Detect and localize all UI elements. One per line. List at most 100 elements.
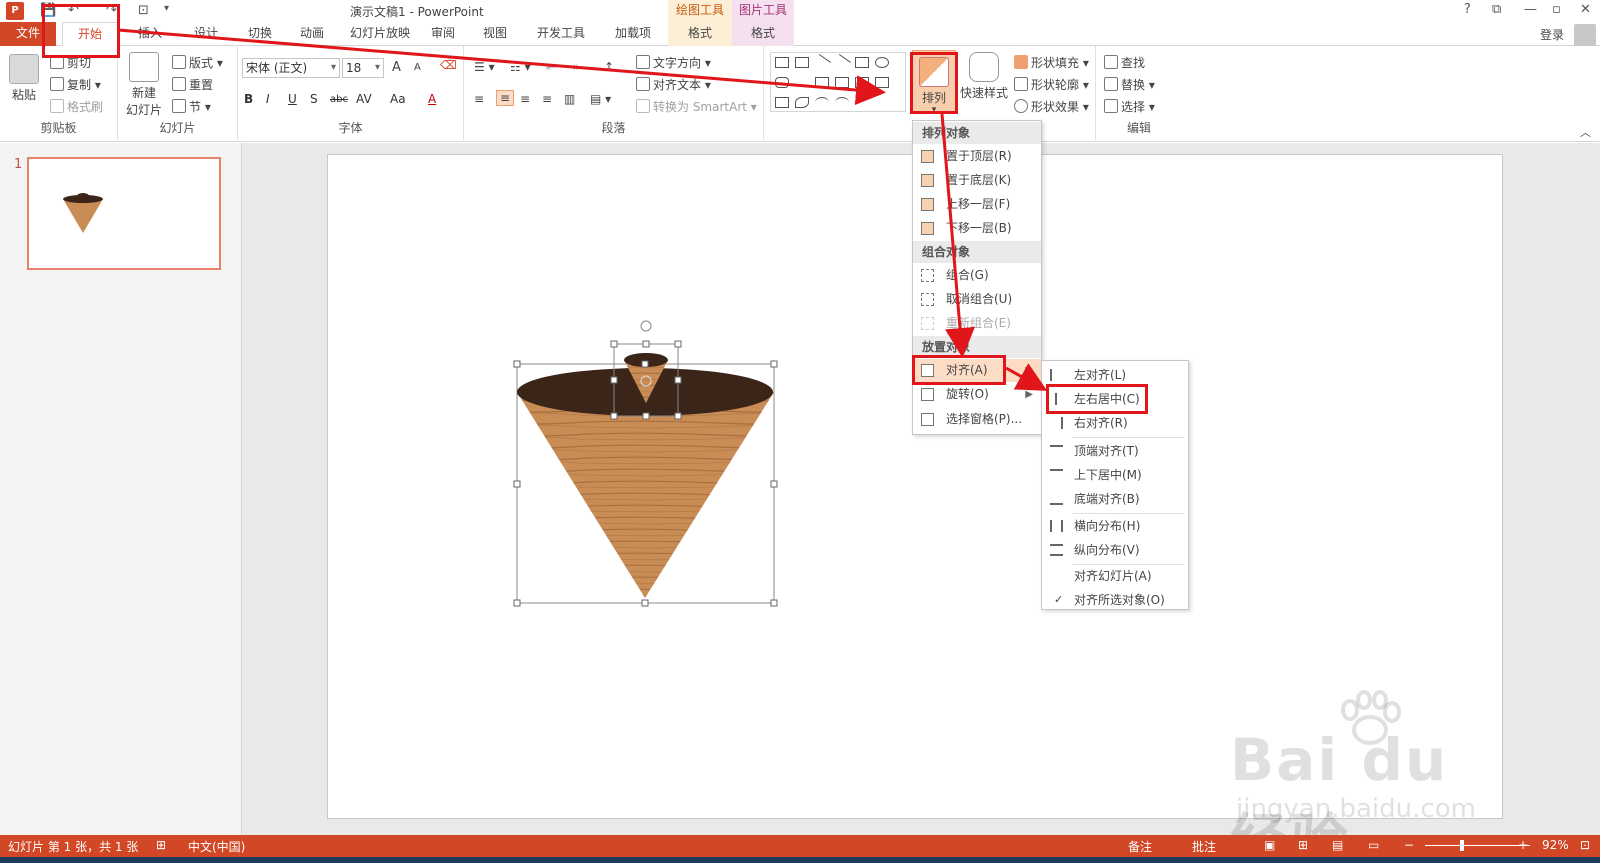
quick-styles-button[interactable]: 快速样式 <box>958 52 1010 101</box>
select-button[interactable]: 选择 ▾ <box>1104 98 1155 115</box>
slideshow-view-icon[interactable]: ▭ <box>1368 838 1379 852</box>
avatar[interactable] <box>1574 24 1596 46</box>
zoom-slider-thumb[interactable] <box>1460 840 1464 851</box>
shrink-font-button[interactable]: A <box>414 62 421 73</box>
notes-button[interactable]: 备注 <box>1128 838 1152 855</box>
justify-icon[interactable]: ≡ <box>542 92 552 106</box>
align-right-icon[interactable]: ≡ <box>520 92 530 106</box>
align-left-icon[interactable]: ≡ <box>474 92 484 106</box>
shape-effects-button[interactable]: 形状效果 ▾ <box>1014 98 1089 115</box>
tab-insert[interactable]: 插入 <box>122 22 178 46</box>
layout-button[interactable]: 版式 ▾ <box>172 54 223 71</box>
zoom-level[interactable]: 92% <box>1542 838 1569 852</box>
italic-button[interactable]: I <box>266 92 270 106</box>
align-center-icon[interactable]: ≡ <box>496 90 515 106</box>
underline-button[interactable]: U <box>288 92 297 106</box>
menu-bring-to-front[interactable]: 置于顶层(R) <box>913 145 1041 168</box>
start-slideshow-icon[interactable]: ⊡ <box>138 3 149 19</box>
arrow-shape-icon[interactable] <box>833 53 851 72</box>
close-button[interactable]: ✕ <box>1580 2 1591 17</box>
spellcheck-icon[interactable]: ⊞ <box>156 838 166 852</box>
language-status[interactable]: 中文(中国) <box>188 838 245 855</box>
tab-developer[interactable]: 开发工具 <box>528 22 594 46</box>
tab-view[interactable]: 视图 <box>474 22 516 46</box>
slide-sorter-icon[interactable]: ⊞ <box>1298 838 1308 852</box>
bold-button[interactable]: B <box>244 92 253 106</box>
menu-rotate[interactable]: 旋转(O) ▶ <box>913 383 1041 406</box>
brace-right-shape-icon[interactable] <box>875 97 889 108</box>
increase-indent-icon[interactable]: ⇥ <box>568 60 578 74</box>
elbow-shape-icon[interactable] <box>835 77 849 88</box>
tab-slideshow[interactable]: 幻灯片放映 <box>338 22 422 46</box>
right-arrow-shape-icon[interactable] <box>855 77 869 88</box>
grow-font-button[interactable]: A <box>392 60 401 75</box>
reading-view-icon[interactable]: ▤ <box>1332 838 1343 852</box>
slide-thumbnail[interactable] <box>27 157 221 270</box>
line-shape-icon[interactable] <box>813 53 831 72</box>
rotate-handle-icon[interactable] <box>640 320 652 332</box>
maximize-button[interactable]: ▫ <box>1552 2 1561 17</box>
down-arrow-shape-icon[interactable] <box>875 77 889 88</box>
zoom-slider[interactable] <box>1425 845 1530 846</box>
copy-button[interactable]: 复制 ▾ <box>50 76 101 93</box>
large-cone-shape[interactable] <box>517 392 774 598</box>
new-slide-button[interactable]: 新建 幻灯片 <box>122 52 166 118</box>
minimize-button[interactable]: — <box>1524 2 1537 17</box>
oval-shape-icon[interactable] <box>875 57 889 68</box>
normal-view-icon[interactable]: ▣ <box>1264 838 1275 852</box>
replace-button[interactable]: 替换 ▾ <box>1104 76 1155 93</box>
menu-regroup[interactable]: 重新组合(E) <box>913 312 1041 335</box>
fit-slide-icon[interactable]: ⊡ <box>1580 838 1590 852</box>
columns-icon[interactable]: ▤ ▾ <box>590 92 611 106</box>
tab-review[interactable]: 审阅 <box>422 22 464 46</box>
shape-fill-button[interactable]: 形状填充 ▾ <box>1014 54 1089 71</box>
submenu-align-right[interactable]: 右对齐(R) <box>1042 411 1188 435</box>
char-spacing-button[interactable]: AV <box>356 92 372 106</box>
tab-animations[interactable]: 动画 <box>284 22 340 46</box>
numbering-icon[interactable]: ☷ ▾ <box>510 60 531 74</box>
vertical-textbox-shape-icon[interactable] <box>795 57 809 68</box>
menu-bring-forward[interactable]: 上移一层(F) <box>913 193 1041 216</box>
menu-send-to-back[interactable]: 置于底层(K) <box>913 169 1041 192</box>
help-button[interactable]: ? <box>1464 2 1471 17</box>
menu-selection-pane[interactable]: 选择窗格(P)... <box>913 408 1041 431</box>
reset-button[interactable]: 重置 <box>172 76 213 93</box>
triangle-shape-icon[interactable] <box>795 77 809 88</box>
find-button[interactable]: 查找 <box>1104 54 1145 71</box>
submenu-align-bottom[interactable]: 底端对齐(B) <box>1042 487 1188 511</box>
menu-ungroup[interactable]: 取消组合(U) <box>913 288 1041 311</box>
section-button[interactable]: 节 ▾ <box>172 98 211 115</box>
menu-group[interactable]: 组合(G) <box>913 264 1041 287</box>
format-painter-button[interactable]: 格式刷 <box>50 98 103 115</box>
rounded-rect-shape-icon[interactable] <box>775 77 789 88</box>
font-name-combo[interactable]: 宋体 (正文) <box>242 58 340 78</box>
shadow-button[interactable]: S <box>310 92 318 106</box>
collapse-ribbon-icon[interactable]: ︿ <box>1580 124 1591 140</box>
distributed-icon[interactable]: ▥ <box>564 92 575 106</box>
font-color-button[interactable]: A <box>428 92 436 106</box>
decrease-indent-icon[interactable]: ⇤ <box>546 60 556 74</box>
submenu-align-middle[interactable]: 上下居中(M) <box>1042 463 1188 487</box>
submenu-distribute-vertical[interactable]: 纵向分布(V) <box>1042 538 1188 562</box>
convert-smartart-button[interactable]: 转换为 SmartArt ▾ <box>636 98 757 115</box>
strikethrough-button[interactable]: abc <box>330 94 348 105</box>
submenu-align-top[interactable]: 顶端对齐(T) <box>1042 439 1188 463</box>
shape-outline-button[interactable]: 形状轮廓 ▾ <box>1014 76 1089 93</box>
zoom-in-button[interactable]: + <box>1518 838 1528 852</box>
comments-button[interactable]: 批注 <box>1192 838 1216 855</box>
sign-in-link[interactable]: 登录 <box>1540 26 1564 43</box>
pentagon-shape-icon[interactable] <box>775 97 789 108</box>
clear-format-icon[interactable]: ⌫ <box>440 58 457 72</box>
bullets-icon[interactable]: ☰ ▾ <box>474 60 495 74</box>
submenu-distribute-horizontal[interactable]: 横向分布(H) <box>1042 514 1188 538</box>
font-size-combo[interactable]: 18 <box>342 58 384 78</box>
paste-button[interactable]: 粘贴 <box>6 54 42 103</box>
rectangle-shape-icon[interactable] <box>855 57 869 68</box>
curve-shape-icon[interactable] <box>815 97 829 108</box>
submenu-align-selected[interactable]: ✓ 对齐所选对象(O) <box>1042 588 1188 612</box>
connector-shape-icon[interactable] <box>815 77 829 88</box>
brace-left-shape-icon[interactable] <box>855 97 869 108</box>
text-direction-button[interactable]: 文字方向 ▾ <box>636 54 711 71</box>
lightning-shape-icon[interactable] <box>795 97 809 108</box>
ribbon-display-button[interactable]: ⧉ <box>1492 2 1501 17</box>
